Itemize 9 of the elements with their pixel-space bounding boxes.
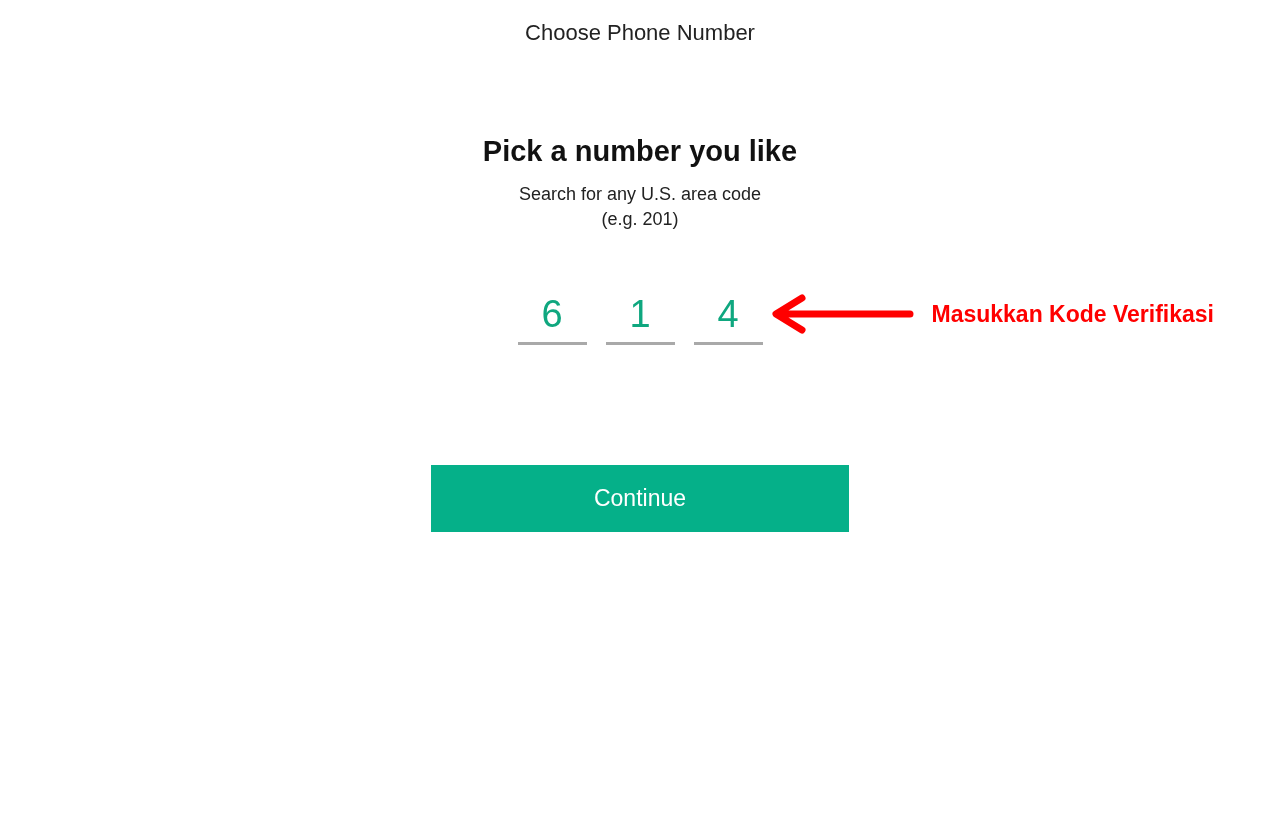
digit-field[interactable]: 6: [517, 292, 587, 345]
subtitle-text: (e.g. 201): [600, 208, 680, 231]
page-title: Choose Phone Number: [525, 20, 755, 46]
digit-field[interactable]: 1: [605, 292, 675, 345]
subtitle-text: Search for any U.S. area code: [518, 183, 762, 206]
heading: Pick a number you like: [482, 134, 798, 168]
digit-field[interactable]: 4: [693, 292, 763, 345]
annotation-text: Masukkan Kode Verifikasi: [931, 300, 1214, 328]
continue-button[interactable]: Continue: [431, 465, 849, 532]
